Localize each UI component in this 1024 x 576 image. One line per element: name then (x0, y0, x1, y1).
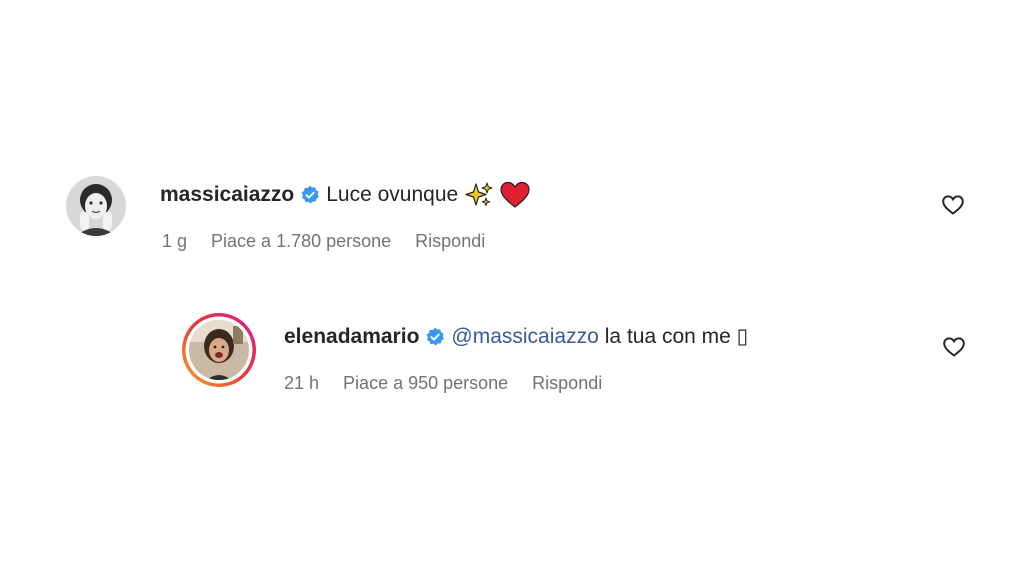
verified-badge-icon (301, 185, 320, 204)
avatar-photo (66, 176, 126, 236)
like-heart-icon[interactable] (942, 335, 966, 359)
comment-text: Luce ovunque (326, 183, 459, 206)
sparkles-icon (465, 182, 493, 207)
reply-button[interactable]: Rispondi (532, 372, 602, 394)
reply-meta: 21 h Piace a 950 persone Rispondi (284, 372, 626, 394)
comment-body: massicaiazzo Luce ovunque (160, 181, 530, 209)
like-heart-icon[interactable] (941, 193, 965, 217)
comment-username[interactable]: massicaiazzo (160, 182, 294, 208)
reply-likes-count[interactable]: Piace a 950 persone (343, 372, 508, 394)
avatar[interactable] (66, 176, 126, 236)
reply-button[interactable]: Rispondi (415, 230, 485, 252)
avatar-photo (182, 313, 256, 387)
comment-meta: 1 g Piace a 1.780 persone Rispondi (162, 230, 509, 252)
reply-username[interactable]: elenadamario (284, 324, 419, 350)
mention-link[interactable]: @massicaiazzo (451, 324, 598, 350)
verified-badge-icon (427, 327, 445, 346)
reply-text: la tua con me ▯ (604, 325, 749, 348)
red-heart-icon (500, 181, 530, 208)
reply-timestamp[interactable]: 21 h (284, 372, 319, 394)
reply-body: elenadamario @massicaiazzo la tua con me… (284, 324, 748, 350)
comments-panel: massicaiazzo Luce ovunque 1 g Piace a 1.… (0, 0, 1024, 576)
comment-likes-count[interactable]: Piace a 1.780 persone (211, 230, 391, 252)
avatar-story-ring[interactable] (181, 312, 257, 388)
comment-timestamp[interactable]: 1 g (162, 230, 187, 252)
